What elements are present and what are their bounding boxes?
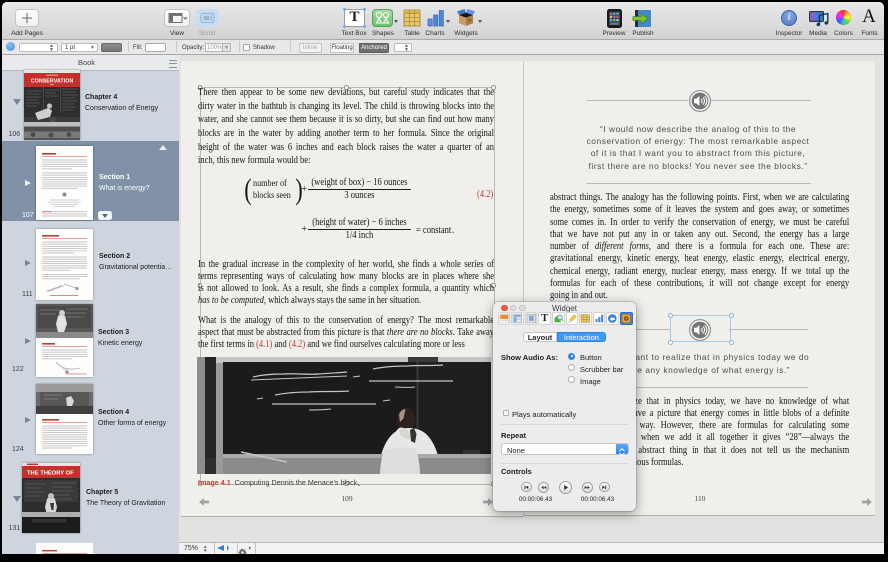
svg-text:THE THEORY OF: THE THEORY OF (27, 470, 74, 476)
svg-text:CONSERVATION: CONSERVATION (31, 79, 74, 85)
